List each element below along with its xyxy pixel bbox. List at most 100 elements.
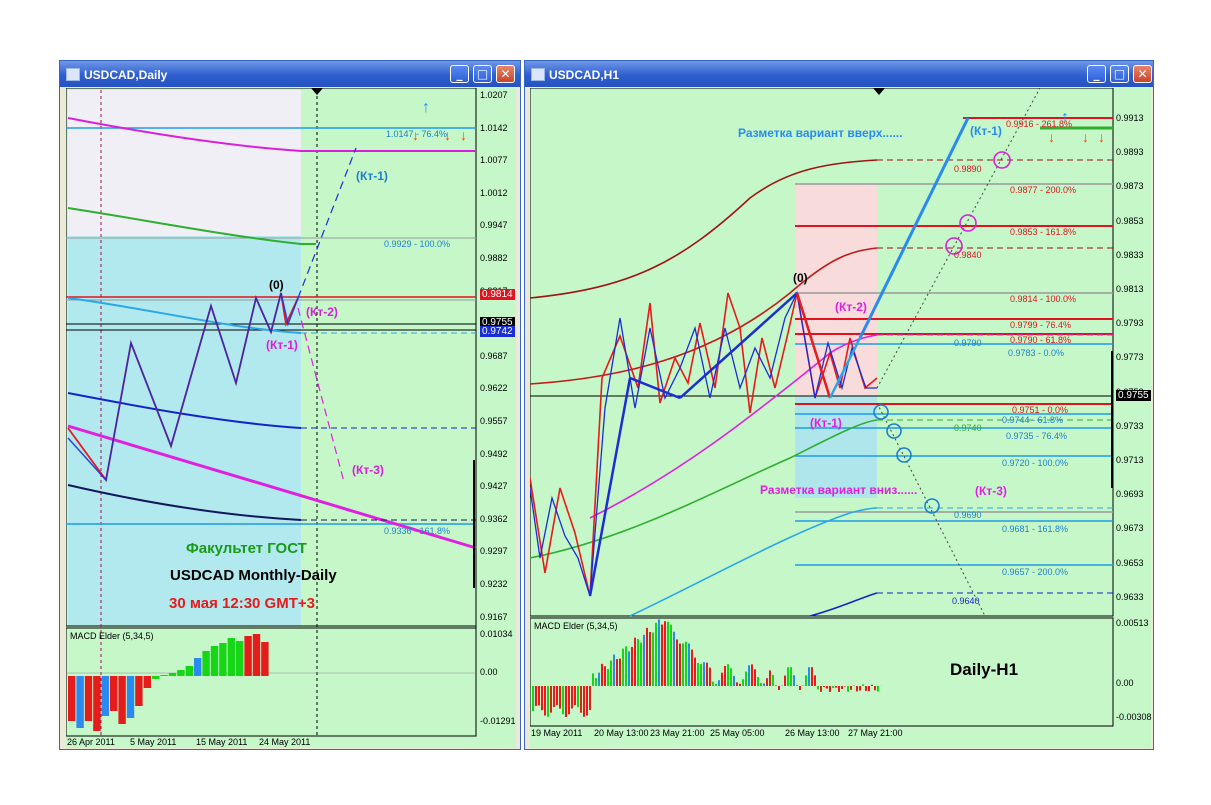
fib-level-label: 0.9890 <box>954 164 982 174</box>
left-time-label: 26 Apr 2011 <box>67 737 115 747</box>
macd-bar <box>835 686 837 688</box>
macd-bar <box>742 679 744 686</box>
macd-bar <box>745 671 747 686</box>
macd-bar <box>796 685 798 686</box>
macd-bar <box>168 673 177 676</box>
macd-bar <box>703 662 705 686</box>
price-axis-tick: 0.9813 <box>1116 284 1144 294</box>
fib-label: 0.9336 - 161.8% <box>384 526 451 536</box>
right-macd-axis-bottom: -0.00308 <box>1116 712 1152 722</box>
macd-bar <box>667 621 669 686</box>
macd-bar <box>784 675 786 686</box>
macd-bar <box>559 686 561 709</box>
macd-bar <box>799 686 801 690</box>
macd-bar <box>790 667 792 686</box>
price-axis-tick: 0.9622 <box>480 383 508 394</box>
macd-bar <box>793 675 795 686</box>
close-button[interactable]: ✕ <box>496 65 515 83</box>
right-time-label: 19 May 2011 <box>531 728 583 738</box>
macd-bar <box>619 658 621 686</box>
macd-bar <box>757 677 759 686</box>
close-button[interactable]: ✕ <box>1133 65 1152 83</box>
macd-bar <box>568 686 570 715</box>
pivot-label-zero: (0) <box>269 278 284 292</box>
macd-bar <box>760 682 762 686</box>
fib-level-label: 0.9853 - 161.8% <box>1010 227 1077 237</box>
price-axis-tick: 0.9492 <box>480 448 508 459</box>
macd-bar <box>613 654 615 686</box>
macd-bar <box>177 670 185 676</box>
right-chart-area[interactable]: ↑ ↓ ↓ ↓ 0.9913 0.9893 0.9873 0.9853 0.9833 0.… <box>530 88 1152 748</box>
macd-bar <box>763 683 765 686</box>
fib-level-label: 0.9840 <box>954 250 982 260</box>
macd-bar <box>688 643 690 686</box>
minimize-button[interactable]: _ <box>450 65 469 83</box>
macd-bar <box>592 673 594 686</box>
macd-bar <box>865 686 867 691</box>
macd-bar <box>244 636 252 676</box>
macd-bar <box>604 666 606 686</box>
caption-instrument: USDCAD Monthly-Daily <box>170 567 337 584</box>
caption-date: 30 мая 12:30 GMT+3 <box>169 595 315 612</box>
macd-bar <box>862 684 864 686</box>
wave-label-kt2: (Кт-2) <box>835 300 867 314</box>
macd-bar <box>574 686 576 706</box>
price-axis-tick: 0.9687 <box>480 350 508 361</box>
price-axis-tick: 0.9693 <box>1116 489 1144 500</box>
macd-bar <box>236 641 244 676</box>
caption-faculty: Факультет ГОСТ <box>186 540 307 557</box>
price-axis-tick: 0.9427 <box>480 481 508 492</box>
pivot-label-zero: (0) <box>793 271 808 285</box>
macd-bar <box>610 660 612 686</box>
maximize-button[interactable]: □ <box>1110 65 1129 83</box>
macd-bar <box>565 686 567 717</box>
fib-level-label: 0.9735 - 76.4% <box>1006 431 1068 441</box>
macd-bar <box>202 651 210 676</box>
macd-bar <box>646 627 648 686</box>
price-axis-tick: 1.0142 <box>480 122 508 133</box>
macd-bar <box>210 646 219 676</box>
price-axis-tick: 0.9557 <box>480 416 508 426</box>
macd-bar <box>664 621 666 686</box>
fib-level-label: 0.9681 - 161.8% <box>1002 524 1069 534</box>
macd-bar <box>556 686 558 706</box>
price-badge-blue: 0.9742 <box>480 326 515 337</box>
macd-bar <box>637 639 639 686</box>
fib-label: 1.0147 - 76.4% <box>386 129 448 139</box>
fib-level-label: 0.9916 - 261.8% <box>1006 119 1073 129</box>
heading-up-variant: Разметка вариант вверх...... <box>738 126 903 140</box>
right-time-label: 27 May 21:00 <box>848 728 903 738</box>
macd-bar <box>601 663 603 686</box>
minimize-button[interactable]: _ <box>1087 65 1106 83</box>
macd-bar <box>631 646 633 686</box>
macd-bar <box>126 676 135 718</box>
fib-level-label: 0.9640 <box>952 596 980 606</box>
macd-bar <box>68 676 76 721</box>
macd-bar <box>589 686 591 711</box>
left-window-title: USDCAD,Daily <box>84 68 168 82</box>
fib-level-label: 0.9744 - 61.8% <box>1002 415 1064 425</box>
macd-bar <box>724 665 726 686</box>
macd-bar <box>844 686 846 687</box>
left-chart-window[interactable]: USDCAD,Daily _ □ ✕ ↑ ↓ ↓ ↓ 1.0207 1.0142… <box>59 60 521 750</box>
left-window-titlebar[interactable]: USDCAD,Daily _ □ ✕ <box>60 61 520 87</box>
macd-bar <box>118 676 126 724</box>
fib-level-label: 0.9740 <box>954 423 982 433</box>
macd-bar <box>841 686 843 689</box>
chart-window-icon <box>66 68 80 81</box>
wave-label-kt1-top: (Кт-1) <box>970 124 1002 138</box>
macd-bar <box>766 678 768 686</box>
wave-label-kt3: (Кт-3) <box>352 463 384 477</box>
macd-bar <box>673 631 675 686</box>
macd-bar <box>739 683 741 686</box>
right-chart-window[interactable]: USDCAD,H1 _ □ ✕ ↑ ↓ ↓ ↓ 0.9913 0.9893 0.… <box>524 60 1154 750</box>
macd-bar <box>101 676 109 716</box>
left-chart-area[interactable]: ↑ ↓ ↓ ↓ 1.0207 1.0142 1.0077 1.0012 0.9947 0.… <box>66 88 516 748</box>
macd-bar <box>76 676 84 728</box>
right-macd-axis-mid: 0.00 <box>1116 678 1134 688</box>
fib-level-label: 0.9657 - 200.0% <box>1002 567 1069 577</box>
macd-bar <box>871 684 873 686</box>
price-axis-tick: 0.9913 <box>1116 113 1144 123</box>
maximize-button[interactable]: □ <box>473 65 492 83</box>
right-window-titlebar[interactable]: USDCAD,H1 _ □ ✕ <box>525 61 1153 87</box>
